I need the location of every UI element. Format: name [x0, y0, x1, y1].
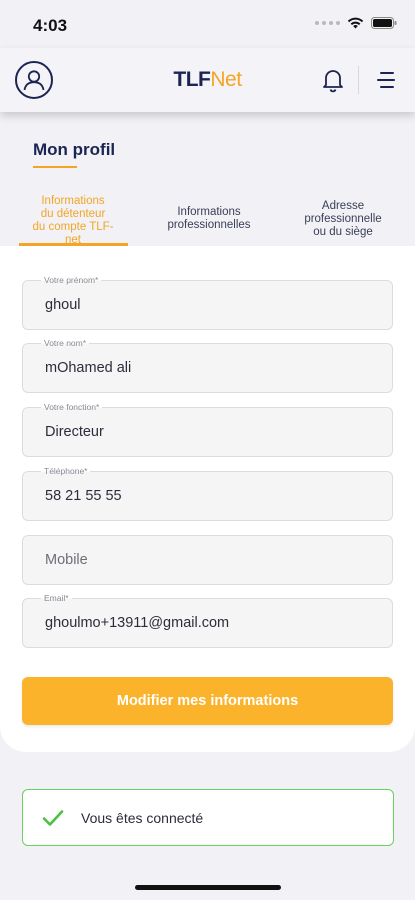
- last-name-value: mOhamed ali: [45, 360, 132, 376]
- wifi-icon: [347, 17, 364, 29]
- email-value: ghoulmo+13911@gmail.com: [45, 615, 230, 631]
- phone-field[interactable]: Téléphone* 58 21 55 55: [22, 466, 393, 521]
- tab-label-line: professionnelles: [167, 219, 251, 231]
- tab-label-line: Adresse: [321, 200, 365, 212]
- logo-part-2: Net: [210, 68, 242, 91]
- page-title: Mon profil: [33, 140, 116, 159]
- app-header: TLFNet: [0, 48, 415, 112]
- logo-part-1: TLF: [173, 68, 211, 91]
- phone-label: Téléphone*: [41, 466, 91, 476]
- first-name-label: Votre prénom*: [41, 275, 102, 285]
- email-label: Email*: [41, 593, 72, 603]
- menu-button[interactable]: [377, 72, 397, 90]
- tab-professional-info[interactable]: Informations professionnelles: [150, 206, 268, 232]
- tab-label-line: Informations: [41, 195, 105, 207]
- page-title-underline: [33, 166, 77, 168]
- profile-form: Votre prénom* ghoul Votre nom* mOhamed a…: [0, 246, 415, 752]
- header-divider: [358, 66, 359, 94]
- status-bar: 4:03: [0, 0, 415, 48]
- page-title-wrap: Mon profil: [33, 140, 116, 168]
- first-name-value: ghoul: [45, 297, 81, 313]
- home-indicator[interactable]: [135, 885, 281, 890]
- profile-tabs: Informations du détenteur du compte TLF-…: [0, 188, 415, 246]
- battery-icon: [371, 17, 397, 29]
- app-logo: TLFNet: [0, 68, 415, 92]
- email-field[interactable]: Email* ghoulmo+13911@gmail.com: [22, 593, 393, 648]
- tab-label-line: du compte TLF-: [32, 221, 114, 233]
- toast-message: Vous êtes connecté: [81, 810, 204, 826]
- signal-icon: [315, 21, 340, 25]
- update-info-button[interactable]: Modifier mes informations: [22, 677, 393, 725]
- tab-label-line: professionnelle: [304, 213, 382, 225]
- notifications-button[interactable]: [321, 67, 345, 93]
- tab-label-line: Informations: [177, 206, 241, 218]
- tab-label-line: du détenteur: [40, 208, 106, 220]
- mobile-field[interactable]: Mobile: [22, 535, 393, 585]
- mobile-placeholder: Mobile: [45, 552, 88, 568]
- tab-label-line: ou du siège: [313, 226, 373, 238]
- tab-professional-address[interactable]: Adresse professionnelle ou du siège: [290, 200, 396, 239]
- connection-toast: Vous êtes connecté: [22, 789, 394, 846]
- status-icons: [315, 17, 397, 29]
- bell-icon: [323, 70, 343, 93]
- tab-account-holder[interactable]: Informations du détenteur du compte TLF-…: [18, 195, 128, 246]
- status-time: 4:03: [33, 16, 68, 35]
- check-icon: [42, 810, 64, 826]
- last-name-label: Votre nom*: [41, 338, 90, 348]
- function-label: Votre fonction*: [41, 402, 103, 412]
- last-name-field[interactable]: Votre nom* mOhamed ali: [22, 338, 393, 393]
- function-value: Directeur: [45, 424, 104, 440]
- phone-value: 58 21 55 55: [45, 488, 122, 504]
- function-field[interactable]: Votre fonction* Directeur: [22, 402, 393, 457]
- first-name-field[interactable]: Votre prénom* ghoul: [22, 275, 393, 330]
